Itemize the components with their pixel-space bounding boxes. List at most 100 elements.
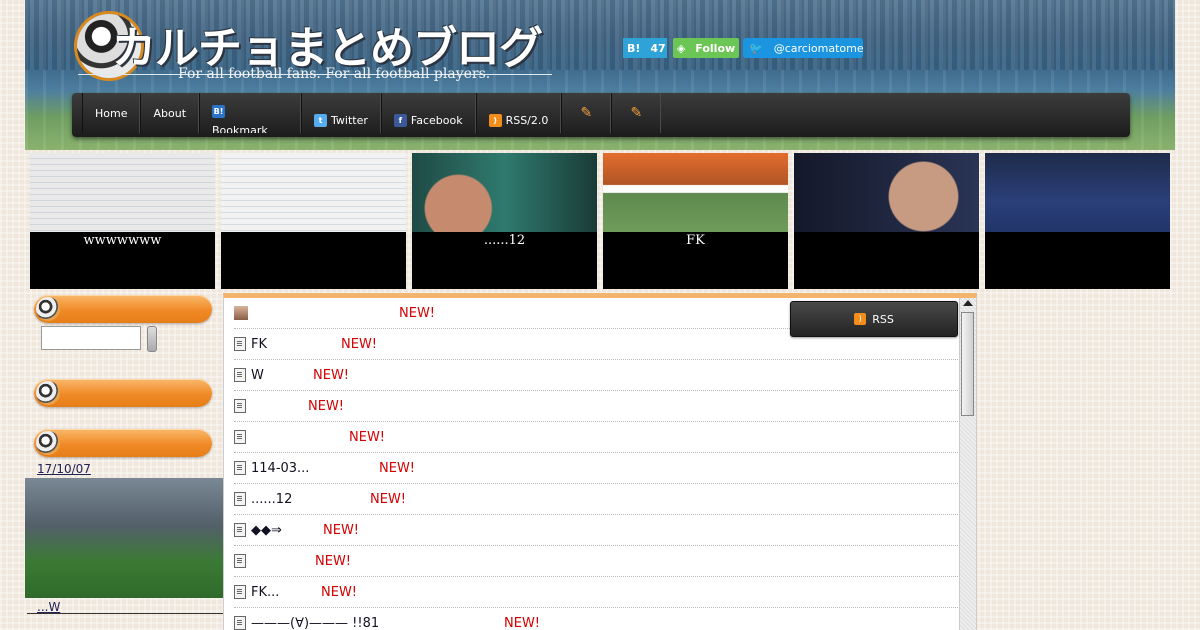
- sidebar-post-image[interactable]: [25, 478, 223, 598]
- thumbnail-image: [30, 153, 215, 232]
- nav-twitter[interactable]: t Twitter: [301, 93, 381, 133]
- document-icon: [234, 492, 246, 506]
- scroll-up-arrow-icon[interactable]: [963, 300, 973, 306]
- rss-icon: ): [854, 313, 867, 325]
- nav-home[interactable]: Home: [82, 93, 141, 133]
- nav-bookmark[interactable]: B! Bookmark: [199, 93, 302, 133]
- thumbnail-card[interactable]: [221, 153, 406, 289]
- new-badge: NEW!: [315, 553, 352, 569]
- twitter-handle: @carciomatome: [773, 41, 864, 55]
- twitter-follow-button[interactable]: 🐦 @carciomatome: [743, 38, 864, 58]
- widget-header-3: [34, 429, 212, 457]
- hatena-count: 47: [650, 41, 666, 55]
- sidebar: 17/10/07 ...W: [25, 293, 223, 630]
- feedly-follow-button[interactable]: ◈ Follow: [673, 38, 739, 58]
- article-list: NEW! FK NEW! W NEW! NEW! NEW! 114-03... NEW!....…: [234, 298, 960, 630]
- new-badge: NEW!: [313, 367, 350, 383]
- new-badge: NEW!: [379, 460, 416, 476]
- nav-facebook[interactable]: f Facebook: [380, 93, 476, 133]
- document-icon: [234, 461, 246, 475]
- thumbnail-image: [794, 153, 979, 232]
- scrollbar[interactable]: [959, 298, 976, 630]
- soccer-ball-icon: [36, 381, 60, 405]
- main-nav: Home About B! Bookmark t Twitter f Faceb…: [72, 93, 1130, 137]
- hatena-icon: B!: [627, 41, 641, 55]
- document-icon: [234, 523, 246, 537]
- nav-facebook-label: Facebook: [410, 114, 463, 127]
- pencil-icon: ✎: [580, 105, 593, 121]
- site-tagline: For all football fans. For all football …: [178, 66, 491, 82]
- pencil-icon: ✎: [630, 105, 643, 121]
- facebook-icon: f: [393, 114, 407, 127]
- new-badge: NEW!: [399, 305, 436, 321]
- list-item-title[interactable]: ———(∀)——— !!81: [251, 616, 379, 630]
- twitter-bird-icon: 🐦: [749, 41, 763, 55]
- widget-header-search: [34, 295, 212, 323]
- thumbnail-image: [412, 153, 597, 232]
- new-badge: NEW!: [323, 522, 360, 538]
- list-item-title[interactable]: FK: [251, 337, 267, 352]
- list-item[interactable]: NEW!: [234, 422, 960, 453]
- document-icon: [234, 368, 246, 382]
- scroll-thumb[interactable]: [961, 312, 974, 416]
- widget-header-2: [34, 379, 212, 407]
- rss-button[interactable]: ) RSS: [790, 301, 958, 337]
- nav-twitter-label: Twitter: [331, 114, 368, 127]
- thumbnail-card[interactable]: [985, 153, 1170, 289]
- sidebar-post-link[interactable]: ...W: [37, 600, 60, 614]
- soccer-ball-icon: [36, 297, 60, 321]
- new-badge: NEW!: [504, 615, 541, 630]
- nav-about-label: About: [153, 106, 187, 120]
- document-icon: [234, 585, 246, 599]
- nav-rss[interactable]: ) RSS/2.0: [475, 93, 562, 133]
- list-item[interactable]: ......12 NEW!: [234, 484, 960, 515]
- hatena-bookmark-button[interactable]: B! 47: [623, 38, 667, 58]
- nav-about[interactable]: About: [140, 93, 200, 133]
- soccer-ball-icon: [36, 431, 60, 455]
- thumbnail-card[interactable]: ......12: [412, 153, 597, 289]
- thumbnail-image: [603, 153, 788, 232]
- hatena-bookmark-icon: B!: [212, 105, 226, 118]
- list-item-title[interactable]: ......12: [251, 492, 292, 507]
- list-item[interactable]: NEW!: [234, 391, 960, 422]
- thumbnail-caption: FK: [686, 233, 705, 248]
- search-input[interactable]: [41, 326, 141, 350]
- post-date-link[interactable]: 17/10/07: [37, 462, 91, 476]
- feedly-icon: ◈: [676, 41, 686, 55]
- list-item[interactable]: ◆◆⇒ NEW!: [234, 515, 960, 546]
- list-item-title[interactable]: FK...: [251, 585, 279, 600]
- list-item[interactable]: 114-03... NEW!: [234, 453, 960, 484]
- nav-bookmark-label: Bookmark: [212, 124, 268, 133]
- twitter-icon: t: [314, 114, 328, 127]
- list-item[interactable]: FK... NEW!: [234, 577, 960, 608]
- thumbnail-card[interactable]: [794, 153, 979, 289]
- nav-rss-label: RSS/2.0: [505, 114, 549, 127]
- new-badge: NEW!: [321, 584, 358, 600]
- thumbnail-caption: ......12: [483, 233, 526, 248]
- rss-icon: ): [488, 114, 502, 127]
- site-header: カルチョまとめブログ For all football fans. For al…: [25, 0, 1175, 150]
- antenna-list-panel: ) RSS NEW! FK NEW! W NEW! NEW! NEW! 114-03... NE…: [223, 293, 977, 630]
- search-button[interactable]: [147, 326, 157, 352]
- list-item[interactable]: ———(∀)——— !!81 NEW!: [234, 608, 960, 630]
- nav-home-label: Home: [95, 106, 128, 120]
- thumbnail-image: [985, 153, 1170, 232]
- new-badge: NEW!: [370, 491, 407, 507]
- thumbnail-card[interactable]: wwwwwww: [30, 153, 215, 289]
- list-item-title[interactable]: 114-03...: [251, 461, 309, 476]
- nav-pencil-1[interactable]: ✎: [561, 93, 612, 133]
- sidebar-divider: [27, 613, 223, 614]
- list-item[interactable]: W NEW!: [234, 360, 960, 391]
- nav-pencil-2[interactable]: ✎: [611, 93, 662, 133]
- document-icon: [234, 337, 246, 351]
- follow-label: Follow: [695, 41, 736, 55]
- featured-thumbnails: wwwwwww ......12 FK: [30, 153, 1175, 289]
- page-frame: カルチョまとめブログ For all football fans. For al…: [25, 0, 1175, 630]
- list-item-title[interactable]: W: [251, 368, 264, 383]
- document-icon: [234, 399, 246, 413]
- thumbnail-icon: [234, 306, 248, 320]
- list-item[interactable]: NEW!: [234, 546, 960, 577]
- thumbnail-caption: wwwwwww: [83, 233, 162, 248]
- list-item-title[interactable]: ◆◆⇒: [251, 523, 282, 538]
- thumbnail-card[interactable]: FK: [603, 153, 788, 289]
